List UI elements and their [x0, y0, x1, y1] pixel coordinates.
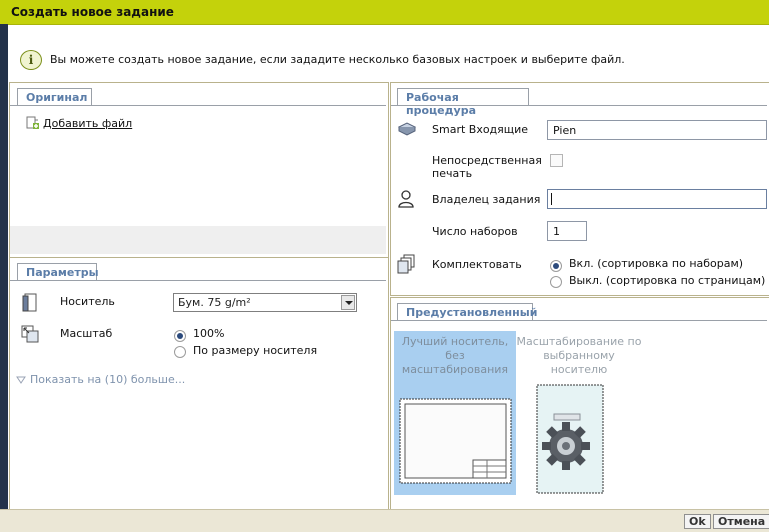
collate-label: Комплектовать	[432, 258, 522, 271]
preset-scale-line2: выбранному	[543, 349, 615, 362]
add-file-icon[interactable]	[26, 116, 40, 130]
tab-underline	[391, 320, 767, 321]
collate-icon	[396, 254, 416, 274]
copies-field[interactable]: 1	[547, 221, 587, 241]
direct-print-label: Непосредственная печать	[432, 154, 542, 180]
scale-100-label[interactable]: 100%	[193, 327, 224, 340]
show-more-link[interactable]: Показать на (10) больше...	[30, 373, 185, 386]
info-icon: i	[20, 50, 42, 70]
owner-label: Владелец задания	[432, 193, 541, 206]
inbox-tray-icon	[397, 121, 417, 137]
media-label: Носитель	[60, 295, 115, 308]
expand-triangle-icon[interactable]	[16, 375, 26, 385]
copies-label: Число наборов	[432, 225, 518, 238]
ok-button[interactable]: Ok	[684, 514, 711, 529]
scale-fit-label[interactable]: По размеру носителя	[193, 344, 317, 357]
preset-scale-label: Масштабирование по выбранному носителю	[515, 335, 643, 377]
dialog-title: Создать новое задание	[11, 5, 174, 19]
add-file-link[interactable]: Добавить файл	[43, 117, 132, 130]
direct-print-checkbox[interactable]	[550, 154, 563, 167]
tab-workflow[interactable]: Рабочая процедура	[397, 88, 529, 117]
footer-bar: Ok Отмена	[0, 509, 769, 532]
media-select[interactable]: Бум. 75 g/m²	[173, 293, 357, 312]
blueprint-sheet-icon	[399, 398, 512, 484]
preset-best-media-label: Лучший носитель, без масштабирования	[394, 335, 516, 377]
scale-label: Масштаб	[60, 327, 113, 340]
preset-scale-line1: Масштабирование по	[516, 335, 642, 348]
info-text: Вы можете создать новое задание, если за…	[50, 53, 625, 66]
media-icon	[22, 293, 38, 313]
collate-on-label[interactable]: Вкл. (сортировка по наборам)	[569, 257, 743, 270]
owner-field[interactable]	[547, 189, 767, 209]
create-job-dialog: Создать новое задание i Вы можете создат…	[0, 0, 769, 532]
collate-on-radio[interactable]	[550, 260, 562, 272]
preset-scale-line3: носителю	[550, 363, 608, 376]
user-icon	[398, 190, 414, 208]
tab-parameters[interactable]: Параметры	[17, 263, 99, 280]
preset-best-media-line3: масштабирования	[401, 363, 509, 376]
tab-underline	[10, 105, 386, 106]
title-bar: Создать новое задание	[0, 0, 769, 25]
scale-icon	[21, 325, 39, 343]
chevron-down-icon[interactable]	[341, 295, 355, 310]
tab-presets[interactable]: Предустановленный	[397, 303, 537, 320]
preset-best-media-line2: без	[445, 349, 465, 362]
tab-underline	[10, 280, 386, 281]
cancel-button[interactable]: Отмена	[713, 514, 769, 529]
collate-off-radio[interactable]	[550, 276, 562, 288]
tab-underline	[391, 105, 767, 106]
original-footer-strip	[10, 226, 386, 254]
smart-inbox-field[interactable]: Pien	[547, 120, 767, 140]
left-edge-bar	[0, 24, 8, 514]
scale-100-radio[interactable]	[174, 330, 186, 342]
text-cursor	[551, 193, 552, 205]
tab-original[interactable]: Оригинал	[17, 88, 92, 105]
smart-inbox-label: Smart Входящие	[432, 123, 529, 136]
preset-best-media-line1: Лучший носитель,	[401, 335, 509, 348]
media-select-value: Бум. 75 g/m²	[178, 296, 251, 309]
scale-fit-radio[interactable]	[174, 346, 186, 358]
direct-print-label-line1: Непосредственная	[432, 154, 542, 167]
gear-icon	[536, 384, 604, 494]
direct-print-label-line2: печать	[432, 167, 473, 180]
collate-off-label[interactable]: Выкл. (сортировка по страницам)	[569, 274, 765, 287]
